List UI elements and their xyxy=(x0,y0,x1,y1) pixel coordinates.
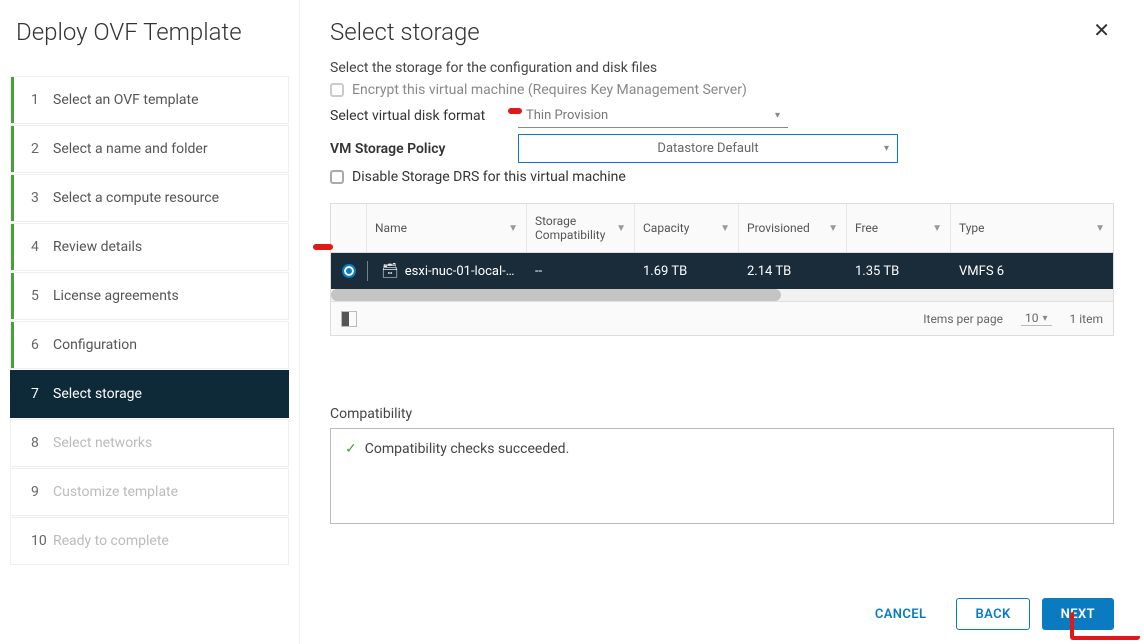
filter-icon[interactable]: ▼ xyxy=(932,223,942,234)
disable-drs-label: Disable Storage DRS for this virtual mac… xyxy=(352,169,626,185)
wizard-sidebar: Deploy OVF Template 1Select an OVF templ… xyxy=(0,0,300,644)
scroll-thumb[interactable] xyxy=(331,289,781,301)
cell-storage-compat: -- xyxy=(527,264,635,279)
annotation-mark xyxy=(508,108,522,114)
th-free[interactable]: Free▼ xyxy=(847,204,951,252)
step-label: Ready to complete xyxy=(53,533,288,549)
column-toggle-icon[interactable] xyxy=(341,311,357,327)
th-type[interactable]: Type▼ xyxy=(951,204,1113,252)
wizard-step-3[interactable]: 3Select a compute resource xyxy=(10,174,289,222)
disable-drs-row: Disable Storage DRS for this virtual mac… xyxy=(330,169,1114,185)
disable-drs-checkbox[interactable] xyxy=(330,170,344,184)
wizard-step-6[interactable]: 6Configuration xyxy=(10,321,289,369)
annotation-mark xyxy=(313,244,333,250)
wizard-step-4[interactable]: 4Review details xyxy=(10,223,289,271)
chevron-down-icon: ▾ xyxy=(1043,313,1048,324)
step-label: Select an OVF template xyxy=(53,92,288,108)
step-number: 10 xyxy=(31,533,53,549)
disk-format-row: Select virtual disk format Thin Provisio… xyxy=(330,104,1114,128)
chevron-down-icon: ▾ xyxy=(775,110,780,121)
filter-icon[interactable]: ▼ xyxy=(1095,223,1105,234)
step-label: Select a compute resource xyxy=(53,190,288,206)
step-number: 4 xyxy=(31,239,53,255)
step-label: Customize template xyxy=(53,484,288,500)
horizontal-scrollbar[interactable] xyxy=(331,289,1113,301)
step-label: Review details xyxy=(53,239,288,255)
chevron-down-icon: ▾ xyxy=(884,143,889,154)
check-icon: ✓ xyxy=(345,441,357,457)
th-provisioned[interactable]: Provisioned▼ xyxy=(739,204,847,252)
cancel-button[interactable]: CANCEL xyxy=(857,598,945,630)
step-number: 6 xyxy=(31,337,53,353)
cell-name: 🗃 esxi-nuc-01-local-… xyxy=(373,263,527,279)
back-button[interactable]: BACK xyxy=(956,598,1029,630)
disk-format-value: Thin Provision xyxy=(526,108,608,123)
encrypt-label: Encrypt this virtual machine (Requires K… xyxy=(352,82,747,98)
disk-format-label: Select virtual disk format xyxy=(330,108,518,124)
step-number: 8 xyxy=(31,435,53,451)
step-label: Select a name and folder xyxy=(53,141,288,157)
cell-provisioned: 2.14 TB xyxy=(739,264,847,279)
table-row[interactable]: 🗃 esxi-nuc-01-local-… -- 1.69 TB 2.14 TB… xyxy=(331,253,1113,289)
filter-icon[interactable]: ▼ xyxy=(828,223,838,234)
wizard-steps: 1Select an OVF template2Select a name an… xyxy=(10,76,289,566)
close-icon[interactable]: ✕ xyxy=(1089,18,1114,42)
step-label: Select networks xyxy=(53,435,288,451)
wizard-step-10: 10Ready to complete xyxy=(10,517,289,565)
cell-type: VMFS 6 xyxy=(951,264,1113,279)
page-title: Select storage xyxy=(330,18,480,46)
step-label: Configuration xyxy=(53,337,288,353)
step-number: 5 xyxy=(31,288,53,304)
compatibility-box: ✓ Compatibility checks succeeded. xyxy=(330,428,1114,524)
th-name[interactable]: Name▼ xyxy=(367,204,527,252)
table-header: Name▼ Storage Compatibility▼ Capacity▼ P… xyxy=(331,204,1113,253)
wizard-step-8: 8Select networks xyxy=(10,419,289,467)
encrypt-row: Encrypt this virtual machine (Requires K… xyxy=(330,82,1114,98)
filter-icon[interactable]: ▼ xyxy=(508,223,518,234)
storage-policy-label: VM Storage Policy xyxy=(330,141,518,157)
th-radio xyxy=(331,204,367,252)
compatibility-message: Compatibility checks succeeded. xyxy=(365,441,570,457)
wizard-step-5[interactable]: 5License agreements xyxy=(10,272,289,320)
table-body: 🗃 esxi-nuc-01-local-… -- 1.69 TB 2.14 TB… xyxy=(331,253,1113,289)
wizard-step-9: 9Customize template xyxy=(10,468,289,516)
storage-policy-value: Datastore Default xyxy=(657,141,758,156)
page-subtitle: Select the storage for the configuration… xyxy=(330,60,1114,76)
cell-capacity: 1.69 TB xyxy=(635,264,739,279)
radio-selected-icon xyxy=(342,264,356,278)
storage-policy-select[interactable]: Datastore Default ▾ xyxy=(518,134,898,163)
row-radio-cell[interactable] xyxy=(331,264,367,278)
annotation-mark xyxy=(1070,612,1140,640)
step-number: 2 xyxy=(31,141,53,157)
table-footer: Items per page 10 ▾ 1 item xyxy=(331,301,1113,335)
step-number: 7 xyxy=(31,386,53,402)
wizard-step-2[interactable]: 2Select a name and folder xyxy=(10,125,289,173)
th-capacity[interactable]: Capacity▼ xyxy=(635,204,739,252)
filter-icon[interactable]: ▼ xyxy=(616,223,626,234)
encrypt-checkbox[interactable] xyxy=(330,83,344,97)
datastore-table: Name▼ Storage Compatibility▼ Capacity▼ P… xyxy=(330,203,1114,336)
filter-icon[interactable]: ▼ xyxy=(720,223,730,234)
th-storage-compat[interactable]: Storage Compatibility▼ xyxy=(527,204,635,252)
wizard-title: Deploy OVF Template xyxy=(10,18,289,46)
datastore-icon: 🗃 xyxy=(381,263,399,279)
items-per-page-select[interactable]: 10 ▾ xyxy=(1021,311,1052,326)
wizard-step-1[interactable]: 1Select an OVF template xyxy=(10,76,289,124)
wizard-content: Select storage ✕ Select the storage for … xyxy=(300,0,1144,644)
step-number: 1 xyxy=(31,92,53,108)
step-number: 9 xyxy=(31,484,53,500)
step-label: Select storage xyxy=(53,386,288,402)
cell-free: 1.35 TB xyxy=(847,264,951,279)
storage-policy-row: VM Storage Policy Datastore Default ▾ xyxy=(330,134,1114,163)
step-label: License agreements xyxy=(53,288,288,304)
compatibility-title: Compatibility xyxy=(330,406,1114,422)
total-items: 1 item xyxy=(1070,312,1103,326)
items-per-page-label: Items per page xyxy=(923,312,1003,326)
step-number: 3 xyxy=(31,190,53,206)
wizard-step-7[interactable]: 7Select storage xyxy=(10,370,289,418)
disk-format-select[interactable]: Thin Provision ▾ xyxy=(518,104,788,128)
